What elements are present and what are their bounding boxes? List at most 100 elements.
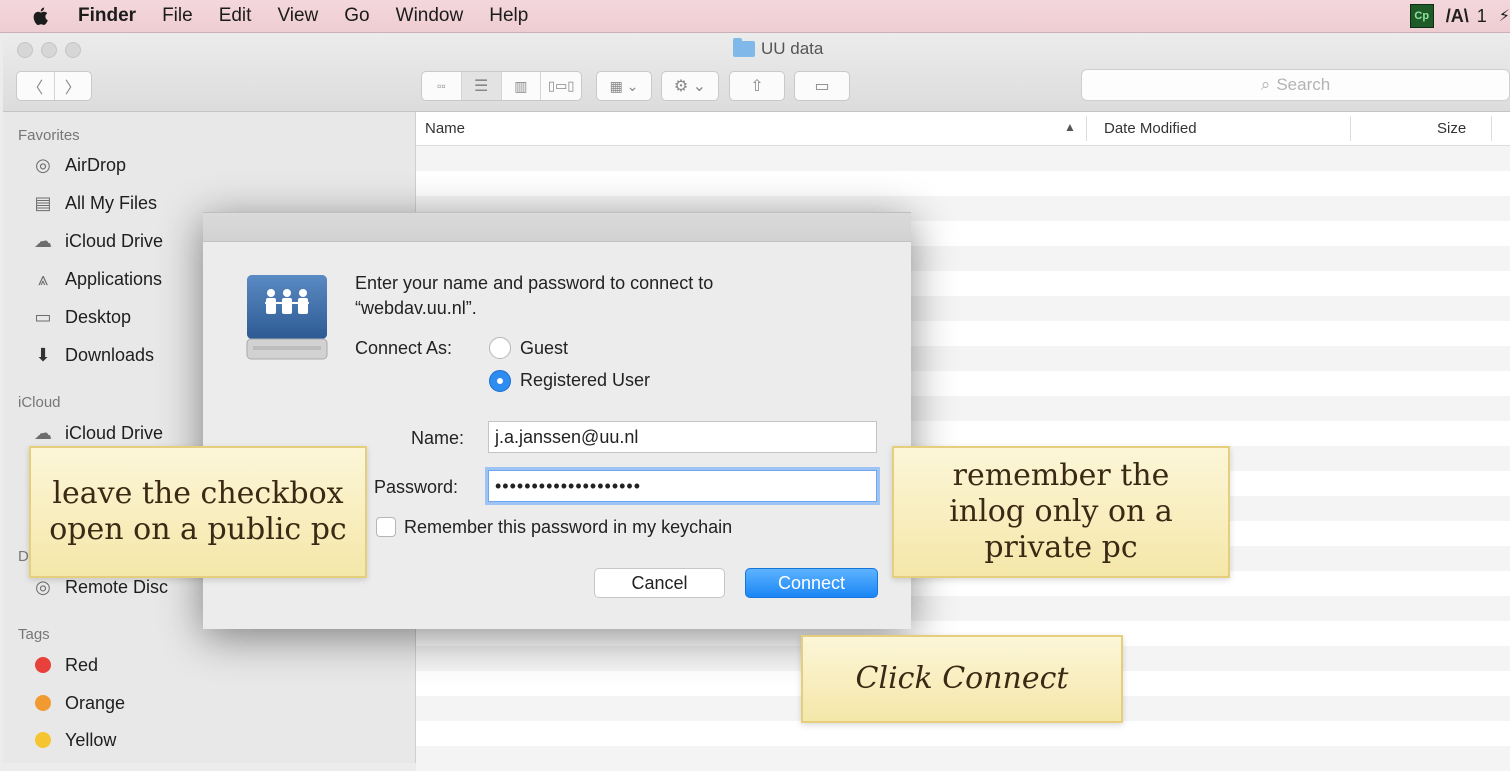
guest-label[interactable]: Guest	[520, 338, 568, 359]
sort-ascending-icon: ▲	[1064, 120, 1076, 134]
prompt-line-2: “webdav.uu.nl”.	[355, 298, 477, 318]
list-header: Name ▲ Date Modified Size	[416, 112, 1510, 146]
caption-right: remember the inlog only on a private pc	[892, 446, 1230, 578]
registered-user-radio[interactable]	[489, 370, 511, 392]
sidebar-item-label: Desktop	[65, 306, 132, 327]
menu-view[interactable]: View	[277, 5, 318, 27]
prompt-line-1: Enter your name and password to connect …	[355, 273, 714, 293]
arrange-button[interactable]: ▦ ⌄	[596, 71, 652, 101]
sidebar-item-label: All My Files	[65, 192, 158, 213]
connect-button[interactable]: Connect	[745, 568, 878, 598]
column-view-button[interactable]: ▥	[502, 72, 542, 100]
tag-yellow-dot	[31, 729, 55, 751]
zoom-window-button[interactable]	[65, 42, 81, 58]
menu-window[interactable]: Window	[396, 5, 464, 27]
adobe-icon[interactable]: /A\	[1446, 6, 1469, 27]
menu-file[interactable]: File	[162, 5, 193, 27]
sidebar-item-label: Orange	[65, 692, 126, 713]
connect-as-label: Connect As:	[355, 338, 453, 358]
caption-left: leave the checkbox open on a public pc	[29, 446, 367, 578]
registered-user-label[interactable]: Registered User	[520, 370, 650, 391]
icon-view-button[interactable]: ▫▫	[422, 72, 462, 100]
sidebar-tag-yellow[interactable]: Yellow	[31, 729, 116, 751]
sidebar-item-label: iCloud Drive	[65, 422, 164, 443]
name-label: Name:	[411, 428, 465, 448]
search-field[interactable]: ⌕ Search	[1081, 69, 1510, 101]
applications-icon: ⩓	[37, 268, 49, 289]
folder-icon	[733, 38, 755, 57]
column-date-modified[interactable]: Date Modified	[1104, 120, 1197, 137]
forward-button[interactable]: 〉	[55, 72, 92, 100]
sidebar-item-airdrop[interactable]: ◎ AirDrop	[31, 154, 126, 176]
tag-orange-dot	[31, 692, 55, 714]
sidebar-item-label: Applications	[65, 268, 163, 289]
sidebar-item-label: Yellow	[65, 729, 117, 750]
window-title: UU data	[733, 38, 823, 59]
sidebar-item-label: Remote Disc	[65, 576, 169, 597]
network-server-icon	[246, 275, 328, 360]
apple-menu-icon[interactable]	[30, 6, 50, 26]
tag-button[interactable]: ▭	[794, 71, 850, 101]
nav-buttons: 〈 〉	[16, 71, 92, 101]
close-window-button[interactable]	[17, 42, 33, 58]
sidebar-header-tags: Tags	[18, 626, 50, 643]
share-button[interactable]: ⇧	[729, 71, 785, 101]
bolt-icon[interactable]: ⚡	[1499, 6, 1510, 26]
caption-bottom-text: Click Connect	[855, 661, 1069, 696]
name-field[interactable]: j.a.janssen@uu.nl	[488, 421, 877, 453]
action-button[interactable]: ⚙ ⌄	[661, 71, 719, 101]
cancel-button[interactable]: Cancel	[594, 568, 725, 598]
menu-bar: Finder File Edit View Go Window Help Cp …	[0, 0, 1510, 33]
desktop-icon: ▭	[34, 306, 52, 327]
sidebar-item-desktop[interactable]: ▭ Desktop	[31, 306, 131, 328]
sidebar-item-icloud-drive[interactable]: ☁ iCloud Drive	[31, 230, 163, 252]
caption-left-text: leave the checkbox open on a public pc	[49, 476, 347, 547]
menu-go[interactable]: Go	[344, 5, 369, 27]
search-icon: ⌕	[1260, 75, 1271, 94]
list-view-button[interactable]: ☰	[461, 72, 502, 100]
sidebar-item-remote-disc[interactable]: ◎ Remote Disc	[31, 576, 168, 598]
remember-password-checkbox[interactable]	[376, 517, 396, 537]
menu-finder[interactable]: Finder	[78, 5, 136, 27]
sidebar-item-icloud-drive-2[interactable]: ☁ iCloud Drive	[31, 422, 163, 444]
coverflow-view-button[interactable]: ▯▭▯	[541, 72, 581, 100]
remote-disc-icon: ◎	[35, 576, 51, 597]
remember-password-label[interactable]: Remember this password in my keychain	[404, 517, 732, 538]
tag-red-dot	[31, 654, 55, 676]
guest-radio[interactable]	[489, 337, 511, 359]
search-placeholder: Search	[1276, 75, 1331, 94]
sidebar-item-label: AirDrop	[65, 154, 127, 175]
column-name[interactable]: Name	[425, 120, 465, 137]
column-size[interactable]: Size	[1437, 120, 1466, 137]
back-button[interactable]: 〈	[17, 72, 55, 100]
sidebar-item-label: Downloads	[65, 344, 155, 365]
menu-edit[interactable]: Edit	[219, 5, 252, 27]
share-icon: ⇧	[750, 78, 764, 95]
chevron-left-icon: 〈	[27, 80, 44, 97]
caption-bottom: Click Connect	[801, 635, 1123, 723]
sidebar-tag-orange[interactable]: Orange	[31, 692, 125, 714]
adobe-count: 1	[1476, 5, 1487, 26]
dialog-top-bar	[203, 213, 911, 242]
password-field[interactable]: ••••••••••••••••••••	[488, 470, 877, 502]
sidebar-item-applications[interactable]: ⩓ Applications	[31, 268, 162, 290]
column-view-icon: ▥	[514, 77, 528, 94]
sidebar-item-label: iCloud Drive	[65, 230, 164, 251]
icon-view-icon: ▫▫	[437, 79, 446, 93]
menu-extras: Cp /A\ 1 ⚡	[1409, 0, 1510, 32]
tag-icon: ▭	[814, 78, 830, 95]
list-view-icon: ☰	[473, 78, 489, 95]
sidebar-item-label: Red	[65, 654, 99, 675]
minimize-window-button[interactable]	[41, 42, 57, 58]
sidebar-item-all-my-files[interactable]: ▤ All My Files	[31, 192, 157, 214]
captivate-icon[interactable]: Cp	[1409, 4, 1434, 28]
chevron-right-icon: 〉	[64, 80, 81, 97]
sidebar-item-downloads[interactable]: ⬇ Downloads	[31, 344, 154, 366]
gear-icon: ⚙ ⌄	[673, 78, 707, 95]
title-bar: UU data 〈 〉 ▫▫ ☰ ▥ ▯▭▯ ▦ ⌄ ⚙ ⌄ ⇧ ▭ ⌕ Sea…	[3, 33, 1510, 112]
menu-help[interactable]: Help	[489, 5, 528, 27]
view-mode-control: ▫▫ ☰ ▥ ▯▭▯	[421, 71, 582, 101]
sidebar-header-icloud: iCloud	[18, 394, 61, 411]
sidebar-tag-red[interactable]: Red	[31, 654, 98, 676]
grid-arrange-icon: ▦ ⌄	[609, 77, 639, 94]
